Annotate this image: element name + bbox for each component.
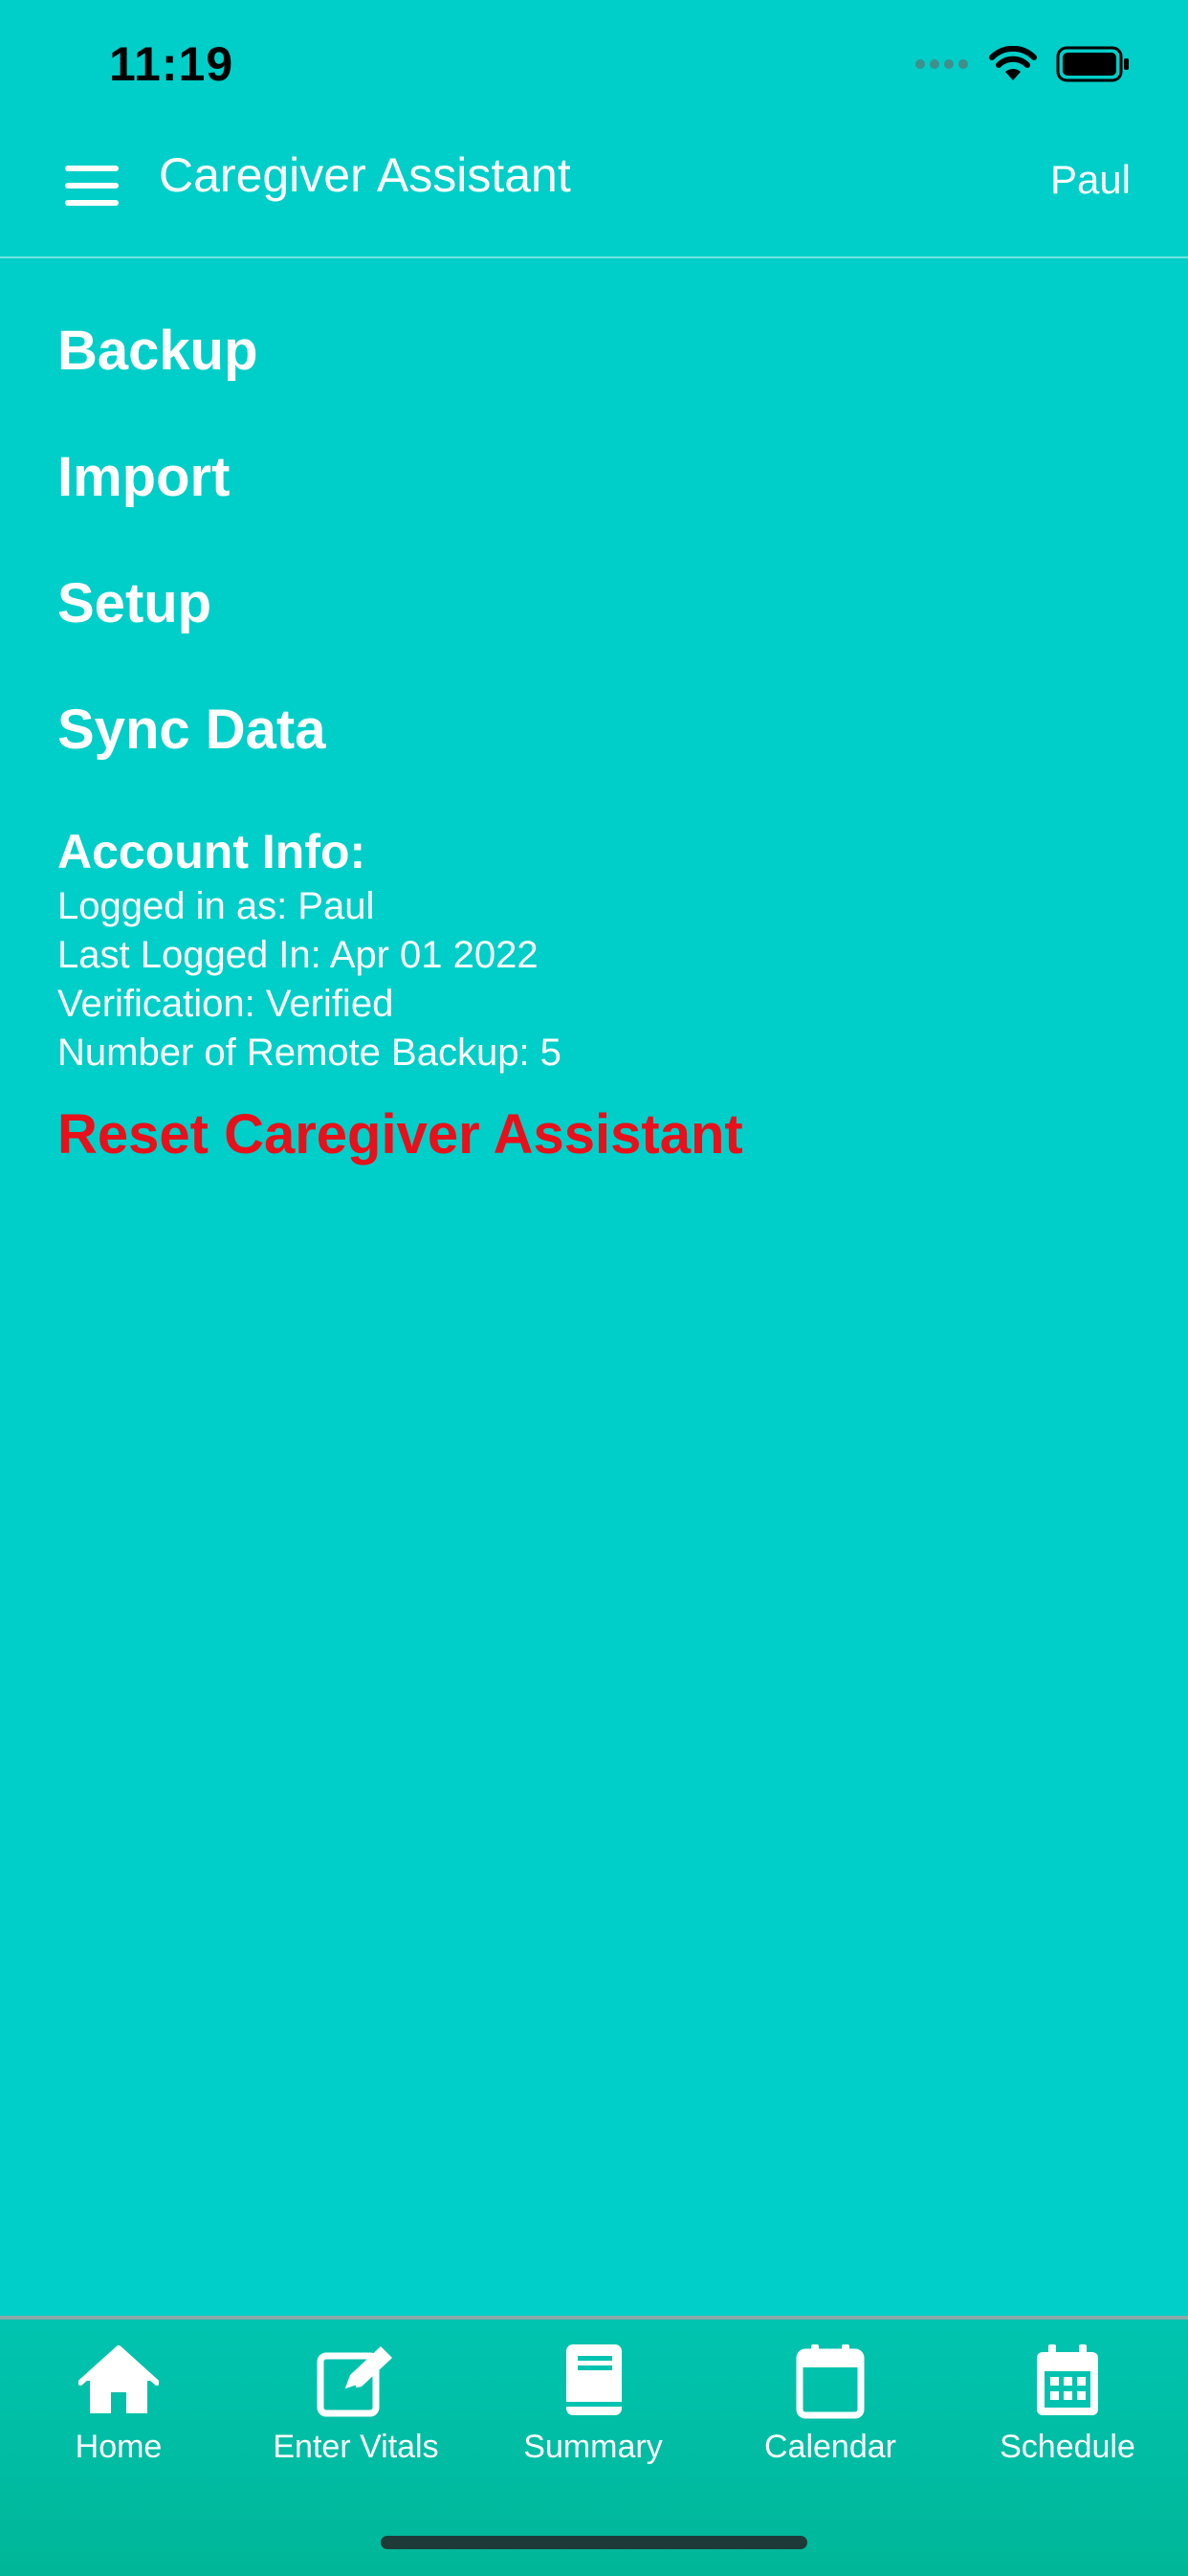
tab-home[interactable]: Home — [0, 2343, 237, 2486]
sync-data-button[interactable]: Sync Data — [57, 695, 325, 821]
tab-label: Schedule — [1000, 2429, 1135, 2465]
status-bar: 11:19 — [0, 0, 1188, 134]
app-title: Caregiver Assistant — [159, 148, 571, 202]
calendar-icon — [796, 2344, 865, 2419]
user-name[interactable]: Paul — [1050, 157, 1131, 203]
tab-label: Calendar — [764, 2429, 896, 2465]
edit-icon — [317, 2346, 392, 2417]
tab-label: Enter Vitals — [273, 2429, 439, 2465]
hamburger-menu-icon[interactable] — [65, 157, 122, 214]
import-button[interactable]: Import — [57, 442, 325, 568]
status-icons — [914, 46, 1131, 82]
signal-icon — [915, 59, 968, 69]
wifi-icon — [989, 46, 1037, 80]
tab-schedule[interactable]: Schedule — [949, 2343, 1186, 2486]
tab-calendar[interactable]: Calendar — [712, 2343, 949, 2486]
menu-list: Backup Import Setup Sync Data — [57, 316, 325, 821]
reset-button[interactable]: Reset Caregiver Assistant — [57, 1102, 743, 1166]
tab-summary[interactable]: Summary — [474, 2343, 712, 2486]
schedule-icon — [1037, 2344, 1098, 2415]
tab-enter-vitals[interactable]: Enter Vitals — [237, 2343, 474, 2486]
last-logged-in: Last Logged In: Apr 01 2022 — [57, 934, 539, 976]
battery-icon — [1056, 46, 1129, 82]
app-header: Caregiver Assistant Paul — [0, 134, 1188, 258]
home-icon — [78, 2345, 159, 2413]
remote-backup-count: Number of Remote Backup: 5 — [57, 1032, 561, 1074]
verification-status: Verification: Verified — [57, 983, 394, 1025]
tab-label: Home — [75, 2429, 163, 2465]
account-info: Account Info: Logged in as: Paul Last Lo… — [57, 821, 561, 1077]
account-info-title: Account Info: — [57, 825, 366, 878]
tab-label: Summary — [523, 2429, 663, 2465]
setup-button[interactable]: Setup — [57, 568, 325, 695]
book-icon — [566, 2344, 622, 2415]
status-time: 11:19 — [109, 37, 234, 91]
logged-in-as: Logged in as: Paul — [57, 885, 375, 927]
home-indicator[interactable] — [381, 2536, 807, 2549]
backup-button[interactable]: Backup — [57, 316, 325, 442]
